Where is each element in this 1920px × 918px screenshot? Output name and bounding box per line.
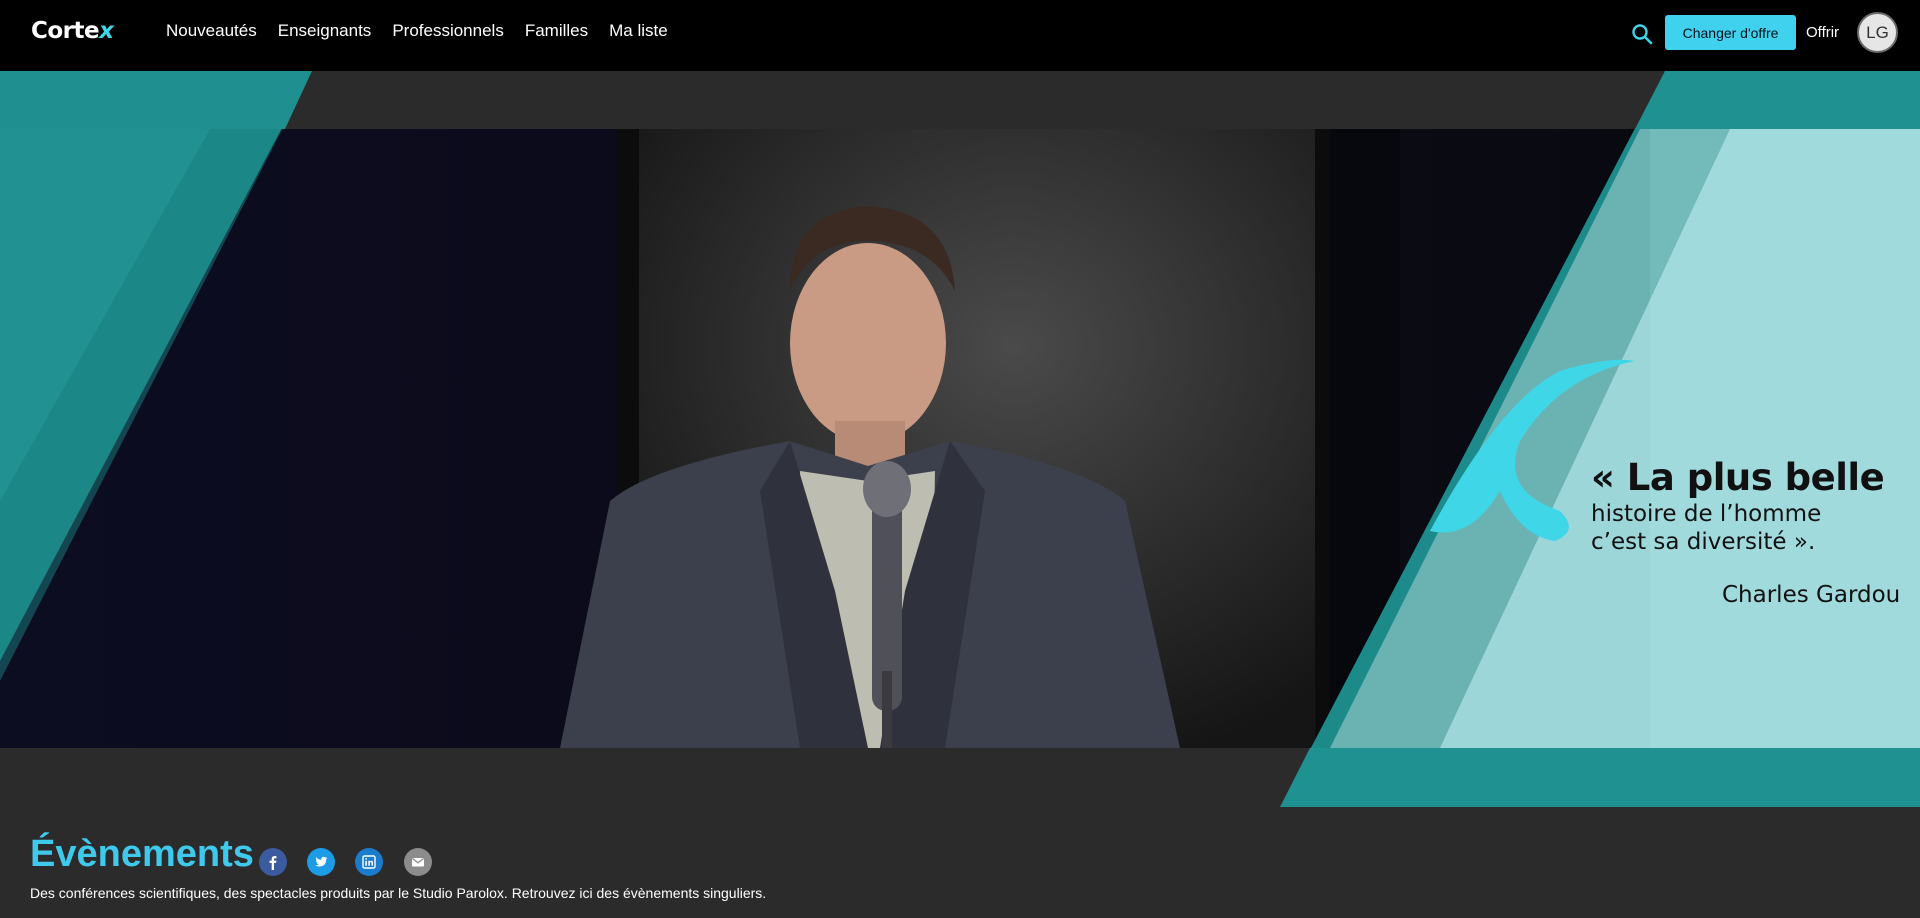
- logo-accent-text: x: [99, 18, 114, 44]
- nav-item-ma-liste[interactable]: Ma liste: [609, 21, 668, 41]
- email-icon[interactable]: [404, 848, 432, 876]
- quote-line-1: « La plus belle: [1591, 456, 1885, 499]
- events-description: Des conférences scientifiques, des spect…: [30, 885, 767, 901]
- search-icon[interactable]: [1630, 22, 1654, 46]
- cortex-logo[interactable]: Cortex: [31, 18, 114, 44]
- facebook-icon[interactable]: [259, 848, 287, 876]
- linkedin-icon[interactable]: [355, 848, 383, 876]
- hero-artwork: [0, 71, 1920, 807]
- gift-link[interactable]: Offrir: [1806, 24, 1839, 41]
- avatar[interactable]: LG: [1857, 12, 1898, 53]
- events-title: Évènements: [30, 833, 254, 875]
- top-navigation-bar: Cortex Nouveautés Enseignants Profession…: [0, 0, 1920, 71]
- nav-item-nouveautes[interactable]: Nouveautés: [166, 21, 257, 41]
- change-offer-button[interactable]: Changer d'offre: [1665, 15, 1796, 50]
- quote-line-3: c’est sa diversité ».: [1591, 529, 1816, 555]
- main-nav: Nouveautés Enseignants Professionnels Fa…: [166, 21, 668, 41]
- twitter-icon[interactable]: [307, 848, 335, 876]
- nav-item-enseignants[interactable]: Enseignants: [278, 21, 372, 41]
- hero-banner: « La plus belle histoire de l’homme c’es…: [0, 71, 1920, 807]
- logo-main-text: Corte: [31, 18, 100, 44]
- hero-quote: « La plus belle histoire de l’homme c’es…: [1591, 456, 1885, 555]
- nav-item-familles[interactable]: Familles: [525, 21, 588, 41]
- quote-line-2: histoire de l’homme: [1591, 501, 1822, 527]
- nav-item-professionnels[interactable]: Professionnels: [392, 21, 504, 41]
- quote-author: Charles Gardou: [1722, 582, 1901, 608]
